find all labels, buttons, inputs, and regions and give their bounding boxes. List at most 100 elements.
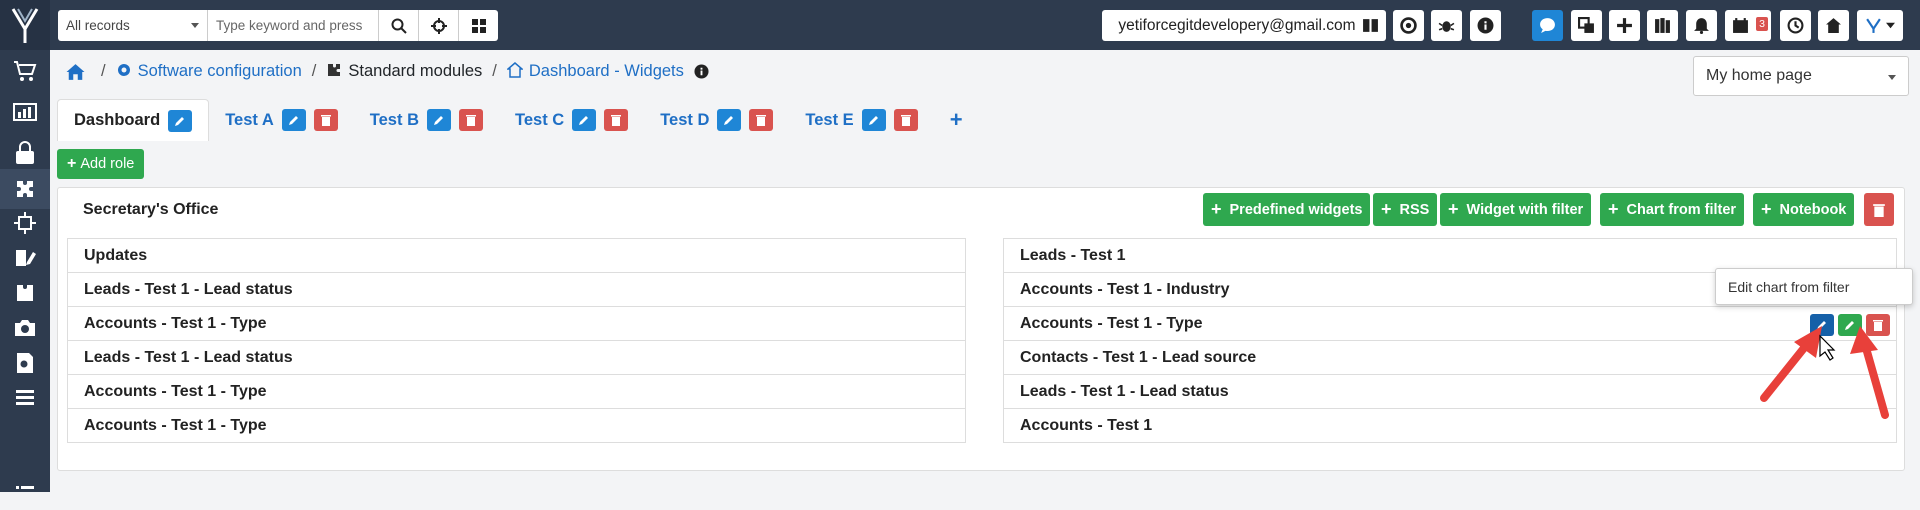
notebook-button[interactable]: + Notebook (1753, 193, 1855, 226)
plus-icon: + (1448, 199, 1459, 219)
plus-icon (1617, 18, 1632, 33)
plus-icon: + (67, 155, 77, 172)
widget-row[interactable]: Updates (67, 238, 966, 273)
widget-label: Leads - Test 1 - Lead status (1020, 382, 1229, 400)
widget-with-filter-button[interactable]: + Widget with filter (1440, 193, 1592, 226)
user-menu-button[interactable] (1857, 10, 1903, 41)
sidebar-plugin-icon[interactable] (0, 273, 50, 313)
delete-tab-button[interactable] (313, 109, 338, 131)
sidebar-more-icon[interactable] (0, 470, 50, 510)
breadcrumb-separator: / (492, 62, 497, 80)
breadcrumb-label: Dashboard - Widgets (528, 62, 684, 80)
predefined-widgets-button[interactable]: + Predefined widgets (1203, 193, 1371, 226)
breadcrumb-standard-modules: Standard modules (326, 62, 482, 81)
bell-icon (1694, 18, 1709, 34)
user-email-button[interactable]: yetiforcegitdevelopery@gmail.com (1102, 10, 1372, 41)
edit-tab-button[interactable] (426, 109, 451, 131)
dashboard-tabs: Dashboard Test A Test B Test C Test D Te… (57, 99, 963, 141)
delete-role-button[interactable] (1864, 193, 1894, 226)
button-label: Notebook (1779, 201, 1847, 218)
top-navbar: All records yetiforcegitdevelopery@gmail… (50, 0, 1920, 50)
breadcrumb-dashboard-widgets[interactable]: Dashboard - Widgets (505, 62, 684, 81)
notifications-button[interactable] (1686, 10, 1717, 41)
left-widget-column: Updates Leads - Test 1 - Lead status Acc… (67, 238, 966, 443)
sidebar-camera-icon[interactable] (0, 308, 50, 348)
edit-tab-button[interactable] (168, 109, 193, 132)
chat-button[interactable] (1532, 10, 1563, 41)
edit-tab-button[interactable] (717, 109, 742, 131)
add-tab-button[interactable]: + (934, 99, 963, 141)
sidebar-dashboard-icon[interactable] (0, 93, 50, 133)
widget-row[interactable]: Accounts - Test 1 - Type (67, 408, 966, 443)
gear-icon (117, 64, 130, 76)
sidebar-network-icon[interactable] (0, 203, 50, 243)
chart-from-filter-button[interactable]: + Chart from filter (1600, 193, 1745, 226)
add-role-label: Add role (80, 156, 135, 172)
history-button[interactable] (1780, 10, 1811, 41)
edit-tab-button[interactable] (572, 109, 597, 131)
tab-test-a[interactable]: Test A (209, 99, 354, 141)
plus-icon: + (949, 107, 963, 132)
bookmarks-button[interactable] (1647, 10, 1678, 41)
search-button[interactable] (378, 10, 418, 41)
tab-test-b[interactable]: Test B (354, 99, 499, 141)
widget-row[interactable]: Leads - Test 1 - Lead status (67, 272, 966, 307)
search-grid-button[interactable] (458, 10, 498, 41)
tab-label: Test B (369, 110, 419, 129)
help-button[interactable] (1393, 10, 1424, 41)
delete-tab-button[interactable] (604, 109, 629, 131)
home-button[interactable] (1818, 10, 1849, 41)
trash-icon (465, 115, 476, 126)
user-avatar-icon (1866, 18, 1881, 33)
sidebar-edit-document-icon[interactable] (0, 238, 50, 278)
search-module-value: All records (66, 18, 130, 33)
edit-tab-button[interactable] (281, 109, 306, 131)
rss-button[interactable]: + RSS (1373, 193, 1438, 226)
tab-test-e[interactable]: Test E (789, 99, 933, 141)
info-button[interactable] (1470, 10, 1501, 41)
sidebar (0, 0, 50, 492)
knowledge-base-button[interactable] (1355, 10, 1386, 41)
calendar-button[interactable]: 3 (1725, 10, 1771, 41)
tab-label: Test A (225, 110, 274, 129)
pencil-icon (433, 116, 443, 125)
add-role-button[interactable]: + Add role (57, 149, 145, 179)
breadcrumb-software-configuration[interactable]: Software configuration (116, 62, 302, 81)
tab-test-c[interactable]: Test C (499, 99, 644, 141)
home-icon[interactable] (66, 63, 85, 81)
quick-create-button[interactable] (1609, 10, 1640, 41)
widget-row[interactable]: Accounts - Test 1 - Type (67, 374, 966, 409)
tab-dashboard[interactable]: Dashboard (57, 99, 210, 141)
button-label: RSS (1399, 201, 1430, 218)
trash-icon (611, 115, 622, 126)
sidebar-search-document-icon[interactable] (0, 343, 50, 383)
edit-tab-button[interactable] (861, 109, 886, 131)
windows-icon (1578, 17, 1594, 33)
delete-tab-button[interactable] (893, 109, 918, 131)
widget-row[interactable]: Leads - Test 1 - Lead status (67, 340, 966, 375)
delete-tab-button[interactable] (749, 109, 774, 131)
delete-tab-button[interactable] (458, 109, 483, 131)
tab-test-d[interactable]: Test D (644, 99, 789, 141)
bug-report-button[interactable] (1431, 10, 1462, 41)
plus-icon: + (1761, 199, 1772, 219)
sidebar-list-icon[interactable] (0, 378, 50, 418)
widget-row[interactable]: Accounts - Test 1 - Type (67, 306, 966, 341)
tab-label: Test C (514, 110, 565, 129)
windows-button[interactable] (1571, 10, 1602, 41)
tooltip: Edit chart from filter (1715, 268, 1913, 305)
trash-icon (756, 115, 767, 126)
sidebar-cart-icon[interactable] (0, 51, 50, 91)
pencil-icon (175, 115, 186, 126)
dashboard-type-select[interactable]: My home page (1693, 56, 1909, 96)
advanced-search-button[interactable] (418, 10, 458, 41)
sidebar-lock-icon[interactable] (0, 133, 50, 173)
search-input[interactable] (208, 10, 378, 41)
columns-icon (1655, 18, 1670, 33)
lifebuoy-icon (1400, 17, 1417, 34)
app-logo[interactable] (0, 0, 50, 50)
widget-label: Accounts - Test 1 - Industry (1020, 280, 1230, 298)
search-module-select[interactable]: All records (58, 10, 208, 41)
book-icon (1363, 19, 1378, 32)
info-icon[interactable] (694, 64, 709, 79)
